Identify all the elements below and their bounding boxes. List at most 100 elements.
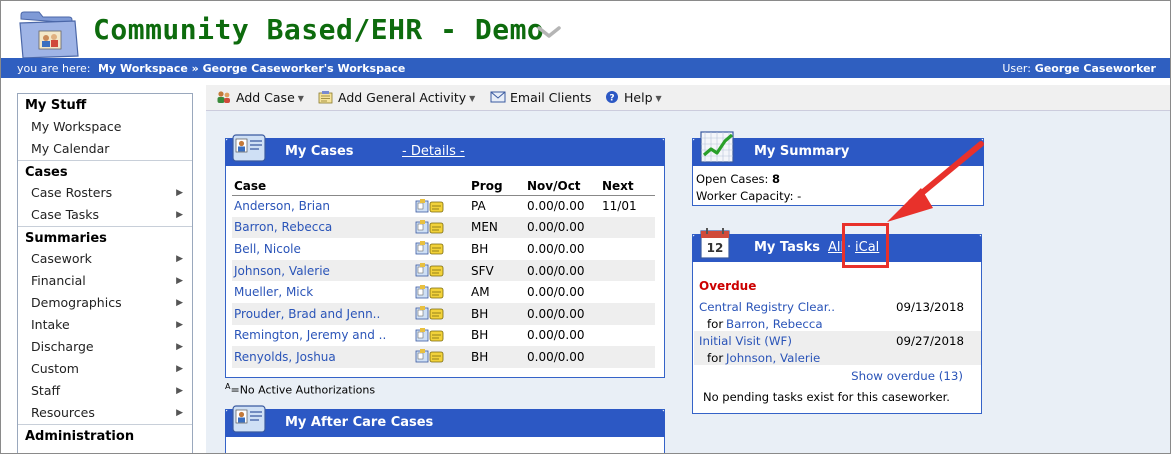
chevron-down-icon[interactable] — [536, 23, 562, 41]
sidebar-item-label: Intake — [31, 317, 70, 332]
no-pending-message: No pending tasks exist for this casework… — [703, 390, 950, 404]
sidebar-item-case-rosters[interactable]: Case Rosters ▶ — [18, 182, 192, 204]
calendar-icon: 12 — [700, 228, 730, 259]
column-header-icons — [413, 177, 469, 196]
open-cases-label: Open Cases: — [696, 172, 769, 186]
sidebar-item-case-tasks[interactable]: Case Tasks ▶ — [18, 204, 192, 226]
case-amount: 0.00/0.00 — [527, 241, 585, 256]
sidebar-item-discharge[interactable]: Discharge ▶ — [18, 336, 192, 358]
table-header-row: Case Prog Nov/Oct Next — [232, 177, 655, 196]
case-name-link[interactable]: Bell, Nicole — [234, 242, 301, 256]
show-overdue-link[interactable]: Show overdue (13) — [851, 369, 963, 383]
case-next-date — [600, 325, 655, 347]
sidebar-item-label: Case Rosters — [31, 185, 113, 200]
sidebar-item-financial[interactable]: Financial ▶ — [18, 270, 192, 292]
svg-text:12: 12 — [707, 241, 724, 255]
notepad-icon — [318, 91, 333, 104]
table-row: Remington, Jeremy and .. BH 0.00/0.00 — [232, 325, 655, 347]
case-amount: 0.00/0.00 — [525, 346, 600, 368]
chevron-down-icon: ▼ — [297, 94, 304, 103]
user-label: User: — [1002, 62, 1031, 75]
add-general-activity-button[interactable]: Add General Activity ▼ — [318, 89, 475, 107]
sidebar: My Stuff My Workspace My Calendar Cases … — [17, 93, 193, 453]
task-client-link[interactable]: Barron, Rebecca — [726, 317, 823, 331]
case-action-icons[interactable] — [415, 241, 445, 255]
case-action-icons[interactable] — [415, 263, 445, 277]
case-name-link[interactable]: Johnson, Valerie — [234, 264, 330, 278]
my-summary-title: My Summary — [754, 144, 850, 159]
case-amount: 0.00/0.00 — [525, 259, 600, 282]
sidebar-item-label: Discharge — [31, 339, 94, 354]
footnote-text: =No Active Authorizations — [230, 383, 376, 397]
id-card-icon — [232, 134, 266, 162]
email-clients-button[interactable]: Email Clients — [490, 89, 591, 107]
task-due-date: 09/13/2018 — [896, 300, 964, 314]
help-button[interactable]: ? Help ▼ — [604, 89, 662, 107]
add-case-button[interactable]: Add Case ▼ — [216, 89, 304, 107]
case-name-link[interactable]: Remington, Jeremy and .. — [234, 328, 386, 342]
sidebar-item-intake[interactable]: Intake ▶ — [18, 314, 192, 336]
case-action-icons[interactable] — [415, 349, 445, 363]
column-header-next[interactable]: Next — [600, 177, 655, 196]
case-action-icons[interactable] — [415, 198, 445, 213]
case-next-date — [600, 346, 655, 368]
case-name-link[interactable]: Anderson, Brian — [234, 199, 330, 213]
sidebar-item-demographics[interactable]: Demographics ▶ — [18, 292, 192, 314]
case-name-link[interactable]: Renyolds, Joshua — [234, 350, 336, 364]
case-next-date: 11/01 — [602, 199, 637, 214]
chart-icon — [700, 131, 734, 163]
sidebar-item-label: Resources — [31, 405, 95, 420]
sidebar-item-resources[interactable]: Resources ▶ — [18, 402, 192, 424]
sidebar-section-my-stuff: My Stuff — [25, 98, 87, 113]
chevron-right-icon: ▶ — [176, 342, 183, 352]
sidebar-section-administration[interactable]: Administration — [18, 424, 192, 446]
sidebar-item-my-workspace[interactable]: My Workspace — [18, 116, 192, 138]
case-amount: 0.00/0.00 — [525, 302, 600, 325]
my-cases-title: My Cases — [285, 144, 354, 159]
case-name-link[interactable]: Mueller, Mick — [234, 285, 313, 299]
case-amount: 0.00/0.00 — [525, 216, 600, 239]
sidebar-item-custom[interactable]: Custom ▶ — [18, 358, 192, 380]
breadcrumb[interactable]: My Workspace » George Caseworker's Works… — [98, 62, 405, 75]
my-cases-header: My Cases - Details - — [225, 138, 665, 166]
chevron-right-icon: ▶ — [176, 254, 183, 264]
email-icon — [490, 91, 506, 103]
case-action-icons[interactable] — [415, 306, 445, 320]
task-link[interactable]: Initial Visit (WF) — [699, 334, 792, 348]
add-case-label: Add Case — [236, 90, 295, 105]
column-header-case[interactable]: Case — [232, 177, 413, 196]
details-link[interactable]: - Details - — [402, 144, 465, 159]
case-action-icons[interactable] — [415, 327, 445, 342]
after-care-title: My After Care Cases — [285, 415, 434, 430]
after-care-header: My After Care Cases — [225, 409, 665, 437]
case-action-icons[interactable] — [415, 219, 445, 234]
task-item: Initial Visit (WF) 09/27/2018 for Johnso… — [694, 331, 981, 365]
sidebar-item-casework[interactable]: Casework ▶ — [18, 248, 192, 270]
case-action-icons[interactable] — [415, 284, 445, 299]
after-care-panel: My After Care Cases — [225, 405, 665, 453]
chevron-right-icon: ▶ — [176, 276, 183, 286]
chevron-right-icon: ▶ — [176, 210, 183, 220]
case-program: MEN — [469, 216, 525, 239]
column-header-prog[interactable]: Prog — [469, 177, 525, 196]
task-link[interactable]: Central Registry Clear.. — [699, 300, 835, 314]
table-row: Prouder, Brad and Jenn.. BH 0.00/0.00 — [232, 302, 655, 325]
sidebar-item-my-calendar[interactable]: My Calendar — [18, 138, 192, 160]
open-cases-stat: Open Cases: 8 — [696, 172, 780, 186]
case-name-link[interactable]: Barron, Rebecca — [234, 220, 332, 234]
case-amount: 0.00/0.00 — [527, 285, 585, 300]
case-name-link[interactable]: Prouder, Brad and Jenn.. — [234, 307, 380, 321]
email-clients-label: Email Clients — [510, 90, 592, 105]
case-next-date — [600, 259, 655, 282]
app-header: Community Based/EHR - Demo — [1, 1, 1170, 59]
annotation-arrow-icon — [887, 141, 984, 222]
task-client-link[interactable]: Johnson, Valerie — [726, 351, 820, 365]
chevron-down-icon: ▼ — [655, 94, 662, 103]
breadcrumb-label: you are here: — [17, 62, 91, 75]
chevron-right-icon: ▶ — [176, 298, 183, 308]
chevron-right-icon: ▶ — [176, 320, 183, 330]
sidebar-item-staff[interactable]: Staff ▶ — [18, 380, 192, 402]
toolbar: Add Case ▼ Add General Activity ▼ Email Cl… — [206, 85, 1170, 111]
column-header-nov-oct[interactable]: Nov/Oct — [525, 177, 600, 196]
sidebar-item-label: Financial — [31, 273, 86, 288]
